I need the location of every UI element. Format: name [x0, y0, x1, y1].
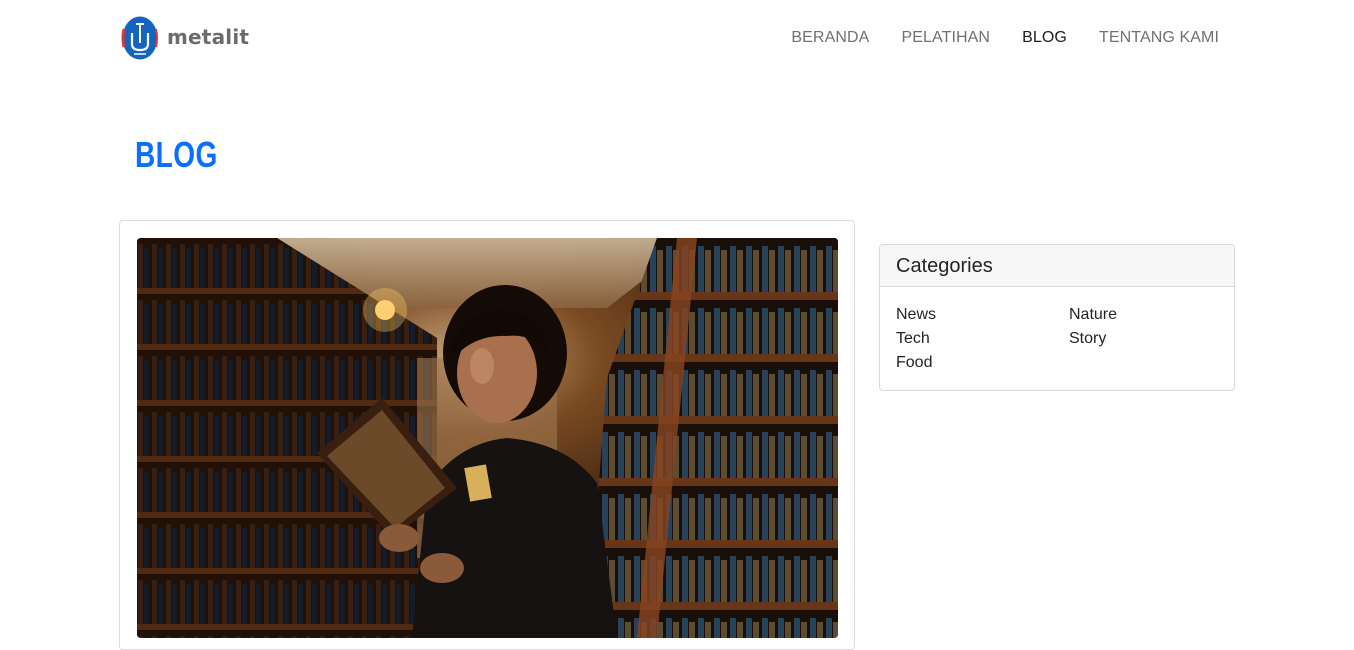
categories-widget: Categories News Nature Tech Story Food — [879, 244, 1235, 391]
nav-link-blog[interactable]: BLOG — [1006, 27, 1083, 49]
nav-item-beranda: BERANDA — [775, 27, 885, 49]
category-link-nature[interactable]: Nature — [1069, 305, 1234, 329]
brand-name: metalit — [167, 25, 250, 49]
category-link-tech[interactable]: Tech — [896, 329, 1069, 353]
category-link-food[interactable]: Food — [896, 353, 1069, 377]
main-nav: BERANDA PELATIHAN BLOG TENTANG KAMI — [775, 27, 1219, 49]
category-link-story[interactable]: Story — [1069, 329, 1234, 353]
category-link-news[interactable]: News — [896, 305, 1069, 329]
categories-title: Categories — [880, 245, 1234, 287]
page-title: BLOG — [135, 134, 218, 175]
nav-link-tentang-kami[interactable]: TENTANG KAMI — [1083, 27, 1219, 49]
categories-list: News Nature Tech Story Food — [880, 287, 1234, 377]
brand-home-link[interactable]: metalit — [121, 15, 249, 61]
bookstore-photo — [137, 238, 838, 638]
nav-link-beranda[interactable]: BERANDA — [775, 27, 885, 49]
nav-item-blog: BLOG — [1006, 27, 1083, 49]
nav-item-pelatihan: PELATIHAN — [885, 27, 1006, 49]
metalit-logo-icon — [121, 16, 158, 60]
blog-post-card — [119, 220, 855, 650]
navbar: metalit BERANDA PELATIHAN BLOG TENTANG K… — [0, 0, 1354, 76]
post-image[interactable] — [137, 238, 838, 638]
nav-link-pelatihan[interactable]: PELATIHAN — [885, 27, 1006, 49]
nav-item-tentang-kami: TENTANG KAMI — [1083, 27, 1219, 49]
